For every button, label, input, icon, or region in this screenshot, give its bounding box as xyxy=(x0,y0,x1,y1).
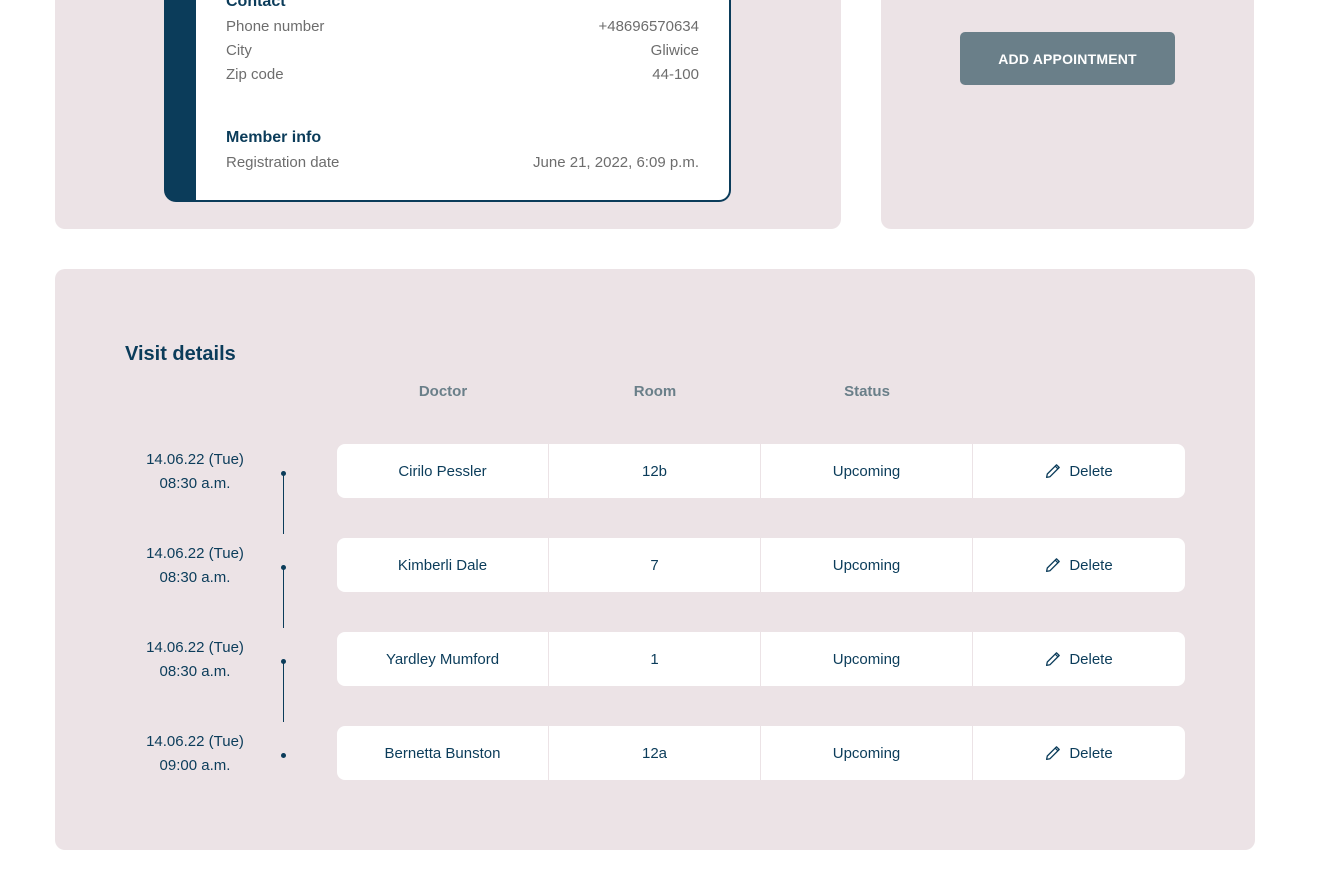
visit-time: 09:00 a.m. xyxy=(159,757,231,774)
doctor-cell: Yardley Mumford xyxy=(337,632,549,686)
contact-label: City xyxy=(226,42,252,59)
table-row: Cirilo Pessler 12b Upcoming Delete xyxy=(337,444,1185,498)
pencil-icon xyxy=(1045,745,1061,761)
room-cell: 1 xyxy=(549,632,761,686)
doctor-cell: Cirilo Pessler xyxy=(337,444,549,498)
visit-date: 14.06.22 (Tue) xyxy=(146,639,244,656)
delete-button[interactable]: Delete xyxy=(1045,462,1113,480)
visit-details-title: Visit details xyxy=(125,343,236,365)
timeline-dot xyxy=(281,659,286,664)
visit-datetime: 14.06.22 (Tue) 08:30 a.m. xyxy=(125,448,265,496)
contact-value: +48696570634 xyxy=(598,18,699,35)
visit-time: 08:30 a.m. xyxy=(159,569,231,586)
delete-label: Delete xyxy=(1069,650,1113,668)
delete-label: Delete xyxy=(1069,556,1113,574)
member-row-registration: Registration date June 21, 2022, 6:09 p.… xyxy=(226,154,699,171)
timeline-connector xyxy=(283,568,284,628)
profile-panel: Contact Phone number +48696570634 City G… xyxy=(55,0,841,229)
table-row: Yardley Mumford 1 Upcoming Delete xyxy=(337,632,1185,686)
action-cell: Delete xyxy=(973,632,1185,686)
timeline-connector xyxy=(283,662,284,722)
timeline-dot xyxy=(281,753,286,758)
visit-date: 14.06.22 (Tue) xyxy=(146,451,244,468)
profile-card: Contact Phone number +48696570634 City G… xyxy=(164,0,731,202)
pencil-icon xyxy=(1045,651,1061,667)
timeline-connector xyxy=(283,474,284,534)
visit-date: 14.06.22 (Tue) xyxy=(146,545,244,562)
delete-button[interactable]: Delete xyxy=(1045,650,1113,668)
room-cell: 12a xyxy=(549,726,761,780)
room-cell: 7 xyxy=(549,538,761,592)
visit-datetime: 14.06.22 (Tue) 08:30 a.m. xyxy=(125,542,265,590)
delete-button[interactable]: Delete xyxy=(1045,556,1113,574)
doctor-cell: Bernetta Bunston xyxy=(337,726,549,780)
contact-label: Zip code xyxy=(226,66,284,83)
pencil-icon xyxy=(1045,463,1061,479)
contact-section-title: Contact xyxy=(226,0,286,10)
delete-label: Delete xyxy=(1069,744,1113,762)
action-cell: Delete xyxy=(973,538,1185,592)
actions-panel: ADD APPOINTMENT xyxy=(881,0,1254,229)
timeline-dot xyxy=(281,471,286,476)
room-cell: 12b xyxy=(549,444,761,498)
visit-time: 08:30 a.m. xyxy=(159,663,231,680)
contact-value: 44-100 xyxy=(652,66,699,83)
action-cell: Delete xyxy=(973,444,1185,498)
contact-row-city: City Gliwice xyxy=(226,42,699,59)
table-row: Bernetta Bunston 12a Upcoming Delete xyxy=(337,726,1185,780)
action-cell: Delete xyxy=(973,726,1185,780)
visit-details-panel: Visit details Doctor Room Status 14.06.2… xyxy=(55,269,1255,850)
add-appointment-button[interactable]: ADD APPOINTMENT xyxy=(960,32,1175,85)
contact-row-phone: Phone number +48696570634 xyxy=(226,18,699,35)
delete-button[interactable]: Delete xyxy=(1045,744,1113,762)
column-header-status: Status xyxy=(844,383,890,400)
status-cell: Upcoming xyxy=(761,726,973,780)
delete-label: Delete xyxy=(1069,462,1113,480)
timeline-dot xyxy=(281,565,286,570)
visit-date: 14.06.22 (Tue) xyxy=(146,733,244,750)
visit-datetime: 14.06.22 (Tue) 08:30 a.m. xyxy=(125,636,265,684)
column-header-room: Room xyxy=(633,383,677,400)
member-label: Registration date xyxy=(226,154,340,171)
column-header-doctor: Doctor xyxy=(418,383,468,400)
member-info-section-title: Member info xyxy=(226,129,322,146)
contact-value: Gliwice xyxy=(650,42,699,59)
visit-datetime: 14.06.22 (Tue) 09:00 a.m. xyxy=(125,730,265,778)
member-value: June 21, 2022, 6:09 p.m. xyxy=(533,154,699,171)
contact-label: Phone number xyxy=(226,18,325,35)
table-row: Kimberli Dale 7 Upcoming Delete xyxy=(337,538,1185,592)
doctor-cell: Kimberli Dale xyxy=(337,538,549,592)
visit-time: 08:30 a.m. xyxy=(159,475,231,492)
status-cell: Upcoming xyxy=(761,444,973,498)
status-cell: Upcoming xyxy=(761,538,973,592)
pencil-icon xyxy=(1045,557,1061,573)
contact-row-zip: Zip code 44-100 xyxy=(226,66,699,83)
status-cell: Upcoming xyxy=(761,632,973,686)
